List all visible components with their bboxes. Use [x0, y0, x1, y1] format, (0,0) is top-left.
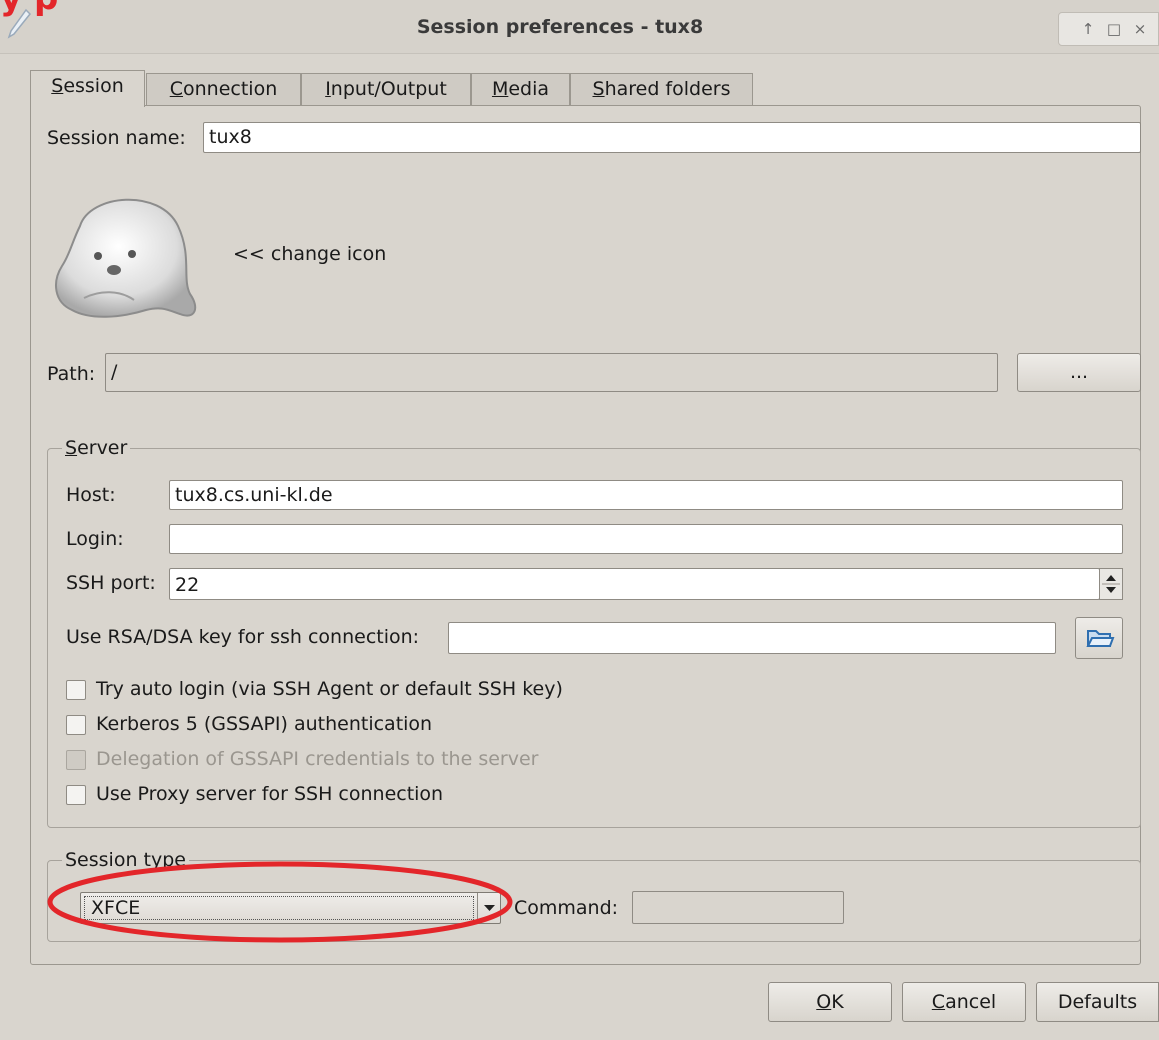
- spinner-arrows-icon: [1102, 575, 1120, 593]
- path-input[interactable]: /: [105, 353, 998, 392]
- browse-path-button[interactable]: ...: [1017, 353, 1141, 392]
- folder-open-icon: [1086, 630, 1115, 647]
- rsa-key-input[interactable]: [448, 622, 1056, 654]
- cancel-button[interactable]: Cancel: [902, 982, 1026, 1022]
- change-icon-label[interactable]: << change icon: [233, 240, 386, 268]
- annotation-ellipse: [47, 861, 513, 943]
- seal-icon[interactable]: [50, 186, 206, 326]
- ssh-port-label: SSH port:: [66, 572, 156, 594]
- tab-input-output[interactable]: Input/Output: [301, 73, 471, 106]
- delegation-checkbox: [66, 750, 86, 770]
- defaults-button[interactable]: Defaults: [1036, 982, 1159, 1022]
- login-label: Login:: [66, 528, 124, 550]
- host-label: Host:: [66, 484, 116, 506]
- window-title: Session preferences - tux8: [416, 16, 704, 38]
- command-input[interactable]: [632, 891, 844, 924]
- kerberos-checkbox[interactable]: [66, 715, 86, 735]
- kerberos-label: Kerberos 5 (GSSAPI) authentication: [96, 713, 433, 735]
- rsa-key-browse-button[interactable]: [1075, 617, 1123, 659]
- maximize-icon[interactable]: □: [1101, 13, 1127, 45]
- tab-shared-folders[interactable]: Shared folders: [570, 73, 753, 106]
- auto-login-checkbox[interactable]: [66, 680, 86, 700]
- ssh-port-spinner[interactable]: [1099, 568, 1123, 600]
- command-label: Command:: [514, 897, 619, 919]
- ssh-port-input[interactable]: 22: [169, 568, 1100, 600]
- proxy-label: Use Proxy server for SSH connection: [96, 783, 444, 805]
- session-name-label: Session name:: [47, 127, 186, 149]
- path-label: Path:: [47, 363, 96, 385]
- delegation-label: Delegation of GSSAPI credentials to the …: [96, 748, 539, 770]
- window-up-icon[interactable]: ↑: [1075, 13, 1101, 45]
- proxy-checkbox[interactable]: [66, 785, 86, 805]
- tab-media[interactable]: Media: [471, 73, 570, 106]
- window-controls: ↑ □ ×: [1058, 12, 1159, 46]
- login-input[interactable]: [169, 524, 1123, 554]
- ok-button[interactable]: OK: [768, 982, 892, 1022]
- tab-connection[interactable]: Connection: [146, 73, 301, 106]
- server-legend: Server: [62, 435, 131, 461]
- rsa-key-label: Use RSA/DSA key for ssh connection:: [66, 626, 420, 648]
- close-icon[interactable]: ×: [1127, 13, 1153, 45]
- session-name-input[interactable]: tux8: [203, 122, 1141, 153]
- annotation-text: y p: [0, 0, 58, 18]
- host-input[interactable]: tux8.cs.uni-kl.de: [169, 480, 1123, 510]
- auto-login-label: Try auto login (via SSH Agent or default…: [96, 678, 563, 700]
- tab-session[interactable]: Session: [30, 70, 145, 107]
